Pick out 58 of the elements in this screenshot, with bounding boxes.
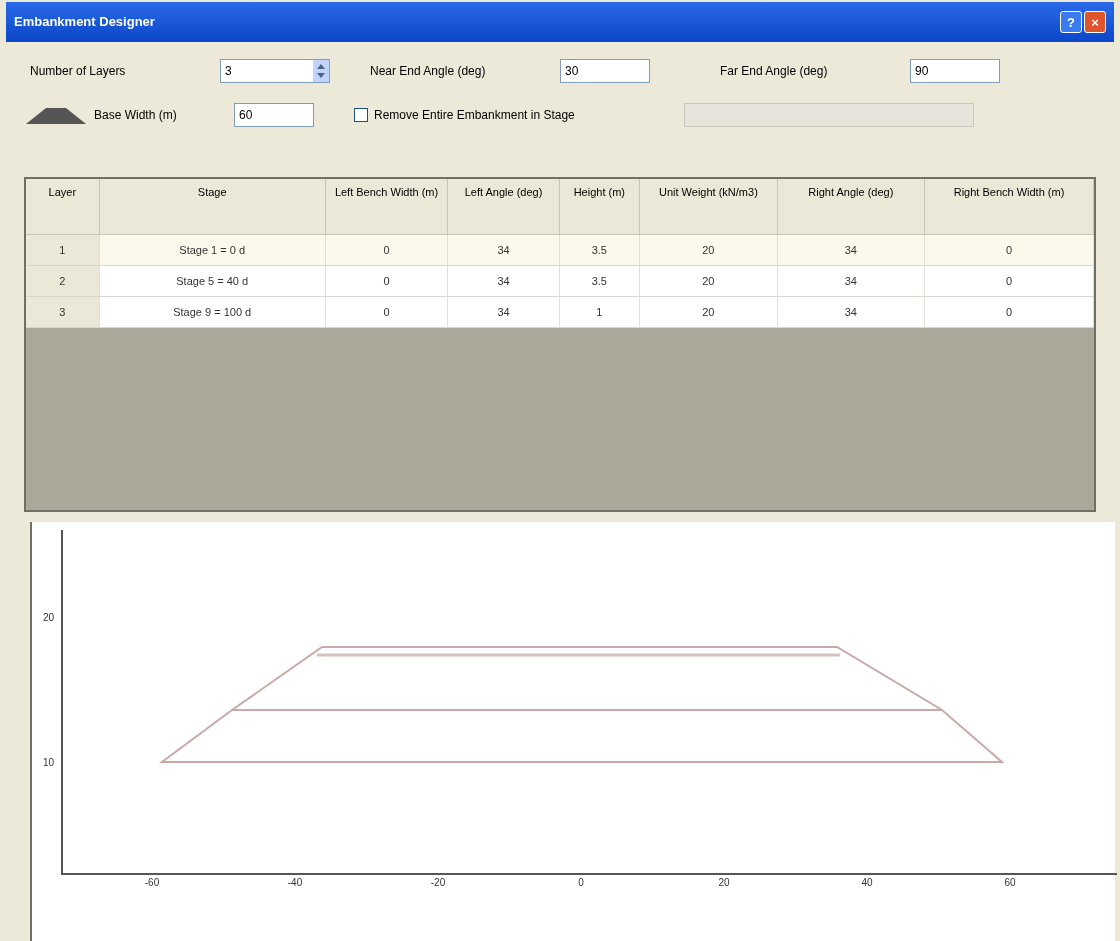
table-cell: 0 [925, 266, 1094, 296]
table-cell: 34 [777, 297, 925, 327]
table-cell: 0 [925, 235, 1094, 265]
table-row[interactable]: 3 Stage 9 = 100 d 0 34 1 20 34 0 [26, 297, 1094, 328]
table-cell: 0 [325, 297, 449, 327]
axis-label: 10 [42, 757, 54, 768]
axis-label: -20 [430, 877, 446, 888]
axis-label: -40 [287, 877, 303, 888]
row-header: 3 [26, 297, 100, 327]
column-header[interactable]: Height (m) [559, 179, 641, 234]
layers-spinner[interactable]: 3 [220, 59, 330, 83]
table-row[interactable]: 2 Stage 5 = 40 d 0 34 3.5 20 34 0 [26, 266, 1094, 297]
column-header[interactable]: Right Angle (deg) [777, 179, 926, 234]
field-label: Number of Layers [30, 63, 127, 80]
input-field[interactable]: 90 [910, 59, 1000, 83]
table-cell: 34 [448, 297, 560, 327]
table-cell: 34 [448, 266, 560, 296]
field-label: Far End Angle (deg) [720, 63, 829, 80]
table-cell: 20 [640, 235, 778, 265]
table-cell: 0 [925, 297, 1094, 327]
row-header: 1 [26, 235, 100, 265]
input-field[interactable]: 30 [560, 59, 650, 83]
spin-arrows-icon[interactable] [313, 60, 329, 82]
help-button[interactable]: ? [1060, 11, 1082, 33]
field-label: Near End Angle (deg) [370, 63, 487, 80]
table-cell: 20 [640, 266, 778, 296]
table-cell: Stage 9 = 100 d [99, 297, 326, 327]
checkbox[interactable] [354, 108, 368, 122]
row-header: 2 [26, 266, 100, 296]
close-button[interactable]: × [1084, 11, 1106, 33]
table-cell: 3.5 [559, 235, 641, 265]
table-cell: 1 [559, 297, 641, 327]
column-header[interactable]: Stage [99, 179, 326, 234]
table-cell: 34 [777, 235, 925, 265]
table-cell: 0 [325, 235, 449, 265]
axis-label: 20 [718, 877, 730, 888]
window-title: Embankment Designer [14, 13, 156, 32]
table-cell: Stage 5 = 40 d [99, 266, 326, 296]
column-header[interactable]: Unit Weight (kN/m3) [640, 179, 778, 234]
checkbox-label: Remove Entire Embankment in Stage [374, 107, 576, 124]
table-cell: 20 [640, 297, 778, 327]
column-header[interactable]: Left Angle (deg) [448, 179, 560, 234]
table-row[interactable]: 1 Stage 1 = 0 d 0 34 3.5 20 34 0 [26, 235, 1094, 266]
table-cell: 3.5 [559, 266, 641, 296]
axis-label: 60 [1004, 877, 1016, 888]
input-field[interactable]: 60 [234, 103, 314, 127]
axis-label: 0 [578, 877, 584, 888]
column-header[interactable]: Right Bench Width (m) [925, 179, 1094, 234]
field-label: Base Width (m) [94, 107, 178, 124]
table-cell: Stage 1 = 0 d [99, 235, 326, 265]
table-cell: 0 [325, 266, 449, 296]
axis-label: 20 [42, 612, 54, 623]
column-header[interactable]: Layer [26, 179, 100, 234]
table-cell: 34 [448, 235, 560, 265]
table-cell: 34 [777, 266, 925, 296]
axis-label: -60 [144, 877, 160, 888]
axis-label: 40 [861, 877, 873, 888]
column-header[interactable]: Left Bench Width (m) [325, 179, 449, 234]
